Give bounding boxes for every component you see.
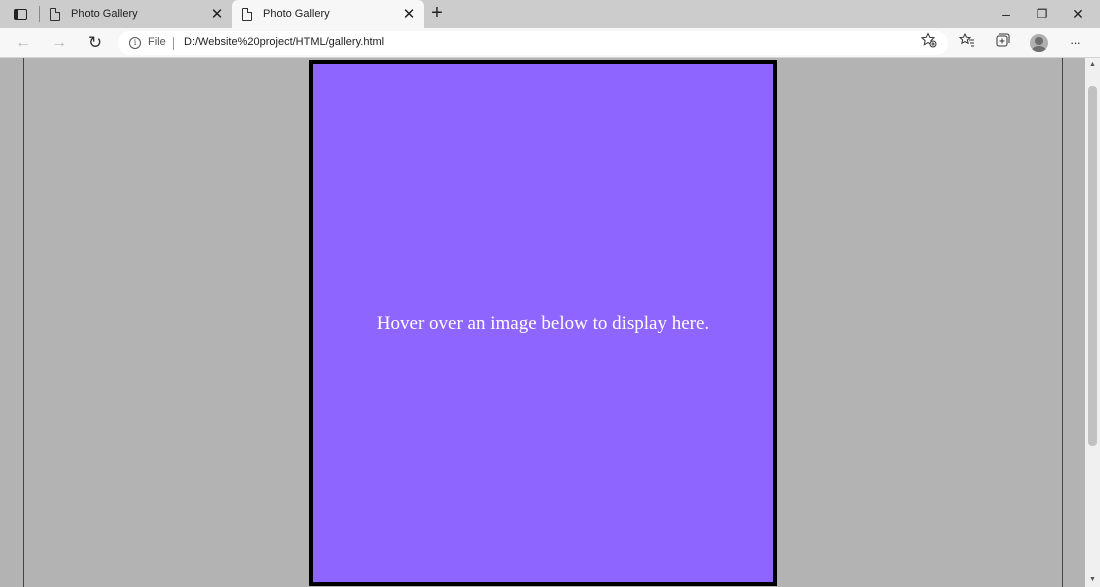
collections-icon[interactable] bbox=[990, 32, 1014, 54]
back-button[interactable]: ← bbox=[11, 32, 35, 54]
display-placeholder-text: Hover over an image below to display her… bbox=[376, 313, 710, 334]
page-icon bbox=[50, 7, 60, 21]
right-border-line bbox=[1062, 58, 1063, 587]
tab-title: Photo Gallery bbox=[263, 8, 330, 20]
page-viewport: Hover over an image below to display her… bbox=[0, 58, 1085, 587]
file-scheme-label: File bbox=[148, 36, 166, 48]
restore-button[interactable]: ❐ bbox=[1027, 4, 1057, 24]
tab-title: Photo Gallery bbox=[71, 8, 138, 20]
scroll-up-arrow-icon[interactable]: ▲ bbox=[1085, 58, 1100, 72]
close-window-button[interactable]: ✕ bbox=[1063, 4, 1093, 24]
tab-actions-icon bbox=[13, 8, 27, 20]
profile-avatar-icon[interactable] bbox=[1030, 34, 1048, 52]
more-menu-icon[interactable]: ··· bbox=[1063, 32, 1087, 54]
left-border-line bbox=[23, 58, 24, 587]
close-tab-icon[interactable]: ✕ bbox=[208, 5, 226, 23]
image-display-area: Hover over an image below to display her… bbox=[309, 60, 777, 586]
info-icon[interactable]: i bbox=[129, 37, 141, 49]
forward-button[interactable]: → bbox=[47, 32, 71, 54]
tab-actions-button[interactable] bbox=[8, 5, 32, 23]
address-bar[interactable]: i File D:/Website%20project/HTML/gallery… bbox=[118, 31, 948, 55]
reload-button[interactable]: ↻ bbox=[83, 32, 107, 54]
favorites-add-icon[interactable] bbox=[917, 32, 941, 54]
vertical-scrollbar[interactable]: ▲ ▼ bbox=[1085, 58, 1100, 587]
tab-photo-gallery-1[interactable]: Photo Gallery ✕ bbox=[40, 0, 232, 28]
page-icon bbox=[242, 7, 252, 21]
address-separator bbox=[173, 37, 174, 50]
minimize-button[interactable]: – bbox=[991, 4, 1021, 24]
url-text[interactable]: D:/Website%20project/HTML/gallery.html bbox=[184, 36, 384, 48]
close-tab-icon[interactable]: ✕ bbox=[400, 5, 418, 23]
tab-strip: Photo Gallery ✕ Photo Gallery ✕ + – ❐ ✕ bbox=[0, 0, 1100, 28]
tab-photo-gallery-2[interactable]: Photo Gallery ✕ bbox=[232, 0, 424, 28]
new-tab-button[interactable]: + bbox=[427, 3, 447, 23]
scroll-down-arrow-icon[interactable]: ▼ bbox=[1085, 573, 1100, 587]
scroll-thumb[interactable] bbox=[1088, 86, 1097, 446]
favorites-icon[interactable] bbox=[955, 32, 979, 54]
